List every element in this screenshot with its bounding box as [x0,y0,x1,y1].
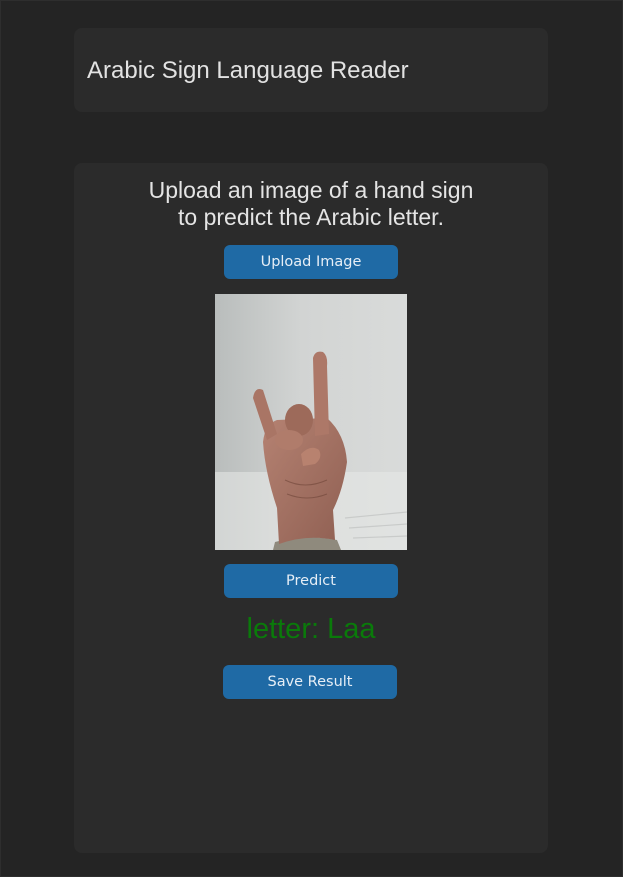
instruction-line-2: to predict the Arabic letter. [178,204,444,230]
main-card: Upload an image of a hand sign to predic… [74,163,548,853]
uploaded-hand-image [215,294,407,550]
upload-image-button[interactable]: Upload Image [224,245,398,279]
predict-button[interactable]: Predict [224,564,398,598]
header-card: Arabic Sign Language Reader [74,28,548,112]
prediction-result: letter: Laa [246,613,376,645]
app-title: Arabic Sign Language Reader [87,57,409,84]
instructions-text: Upload an image of a hand sign to predic… [74,177,548,231]
save-result-button[interactable]: Save Result [223,665,397,699]
instruction-line-1: Upload an image of a hand sign [148,177,474,203]
